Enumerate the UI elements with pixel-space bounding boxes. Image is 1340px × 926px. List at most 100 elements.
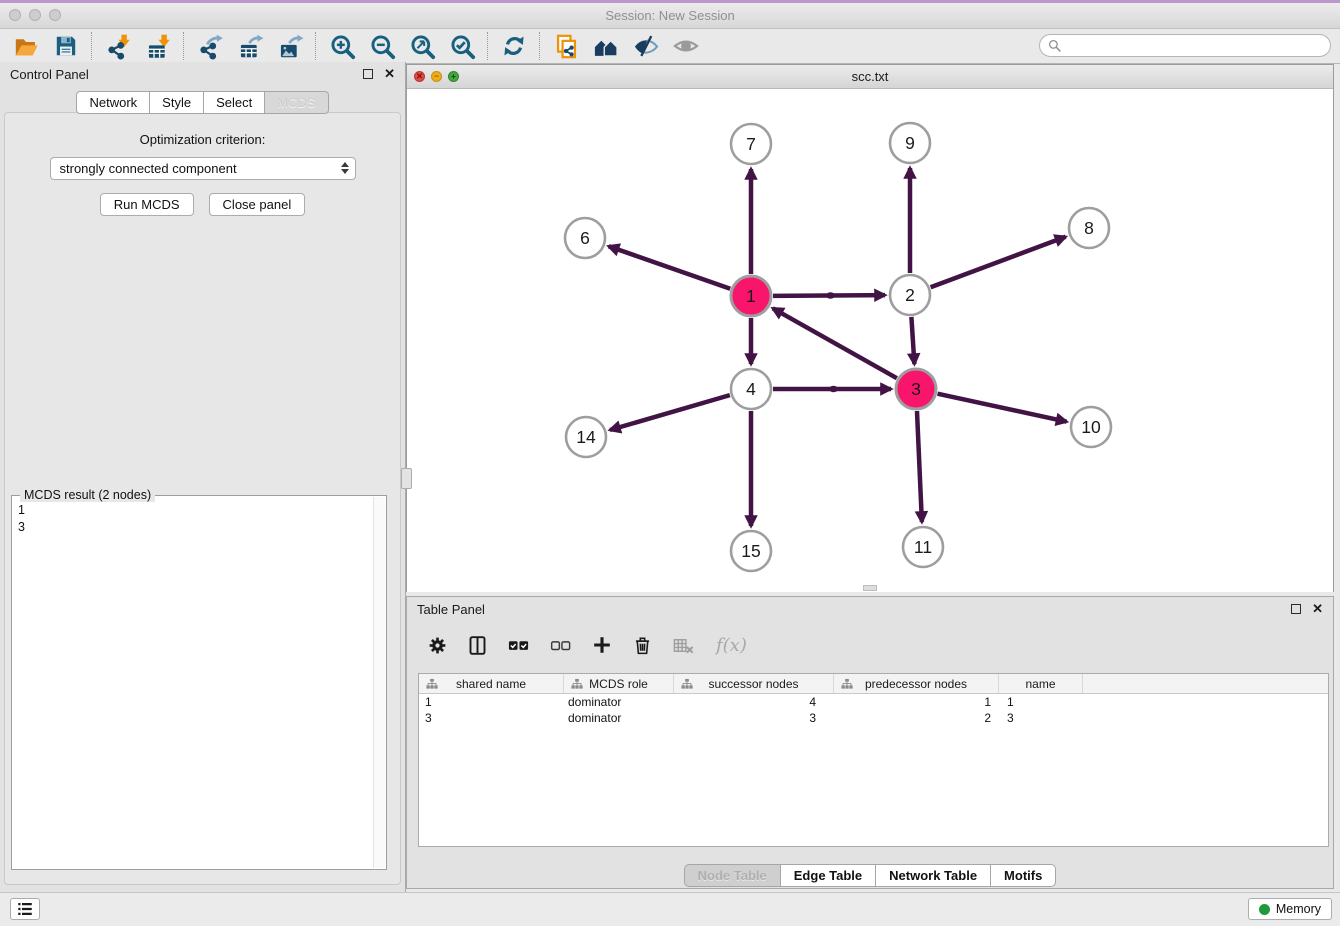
export-image-icon <box>277 33 304 60</box>
graph-edge-3-1[interactable] <box>773 308 897 378</box>
network-graph[interactable]: 1 2 3 4 6 7 8 9 10 11 14 15 <box>407 89 1333 592</box>
result-scrollbar[interactable] <box>373 497 385 868</box>
table-row[interactable]: 1dominator411 <box>419 694 1328 710</box>
column-header-predecessor-nodes[interactable]: predecessor nodes <box>834 674 999 693</box>
graph-node-1[interactable]: 1 <box>731 276 771 316</box>
network-window-titlebar[interactable]: scc.txt <box>407 65 1333 89</box>
tab-style[interactable]: Style <box>150 91 204 114</box>
graph-edge-4-14[interactable] <box>610 395 730 430</box>
table-settings-button[interactable] <box>427 635 448 656</box>
open-folder-icon <box>13 33 40 60</box>
export-table-button[interactable] <box>230 31 270 61</box>
table-row[interactable]: 3dominator323 <box>419 710 1328 726</box>
close-table-panel-icon[interactable] <box>1312 603 1323 614</box>
zoom-in-button[interactable] <box>322 31 362 61</box>
tab-select[interactable]: Select <box>204 91 265 114</box>
tab-node-table[interactable]: Node Table <box>684 864 781 887</box>
tab-network-table[interactable]: Network Table <box>876 864 991 887</box>
column-header-name[interactable]: name <box>999 674 1083 693</box>
memory-button[interactable]: Memory <box>1248 898 1332 920</box>
table-cell: dominator <box>564 695 674 709</box>
deselect-all-button[interactable] <box>549 634 572 657</box>
toolbar-separator <box>315 32 317 60</box>
float-table-panel-icon[interactable] <box>1291 604 1301 614</box>
graph-node-11[interactable]: 11 <box>903 527 943 567</box>
node-table[interactable]: shared nameMCDS rolesuccessor nodesprede… <box>418 673 1329 847</box>
column-header-MCDS-role[interactable]: MCDS role <box>564 674 674 693</box>
save-session-button[interactable] <box>46 31 86 61</box>
search-input[interactable] <box>1066 38 1330 54</box>
function-builder-button[interactable]: f(x) <box>716 635 747 656</box>
first-neighbors-button[interactable] <box>586 31 626 61</box>
graph-node-15[interactable]: 15 <box>731 531 771 571</box>
tab-edge-table[interactable]: Edge Table <box>781 864 876 887</box>
graph-node-9[interactable]: 9 <box>890 123 930 163</box>
close-network-icon[interactable] <box>414 71 425 82</box>
panel-splitter-handle[interactable] <box>401 468 412 489</box>
criterion-dropdown[interactable]: strongly connected component <box>50 157 356 180</box>
create-network-from-selection-button[interactable] <box>546 31 586 61</box>
table-cell: 1 <box>999 695 1083 709</box>
graph-node-4[interactable]: 4 <box>731 369 771 409</box>
import-network-button[interactable] <box>98 31 138 61</box>
graph-edge-2-8[interactable] <box>931 237 1066 288</box>
column-header-shared-name[interactable]: shared name <box>419 674 564 693</box>
close-panel-icon[interactable] <box>384 68 395 79</box>
graph-node-8[interactable]: 8 <box>1069 208 1109 248</box>
network-canvas[interactable]: 1 2 3 4 6 7 8 9 10 11 14 15 <box>407 89 1333 592</box>
add-column-button[interactable] <box>591 634 613 656</box>
zoom-out-button[interactable] <box>362 31 402 61</box>
import-table-button[interactable] <box>138 31 178 61</box>
eye-disabled-icon <box>672 32 700 60</box>
task-history-button[interactable] <box>10 898 40 920</box>
select-all-button[interactable] <box>507 634 530 657</box>
export-image-button[interactable] <box>270 31 310 61</box>
table-cell: 1 <box>834 695 999 709</box>
tab-mcds[interactable]: MCDS <box>265 91 328 114</box>
graph-node-10[interactable]: 10 <box>1071 407 1111 447</box>
column-header-successor-nodes[interactable]: successor nodes <box>674 674 834 693</box>
graph-node-3[interactable]: 3 <box>896 369 936 409</box>
network-resize-handle[interactable] <box>863 585 877 591</box>
fit-content-button[interactable] <box>402 31 442 61</box>
hide-selected-button[interactable] <box>626 31 666 61</box>
toolbar-separator <box>487 32 489 60</box>
maximize-network-icon[interactable] <box>448 71 459 82</box>
graph-edge-1-6[interactable] <box>609 246 731 288</box>
float-panel-icon[interactable] <box>363 69 373 79</box>
minimize-window-button[interactable] <box>29 9 41 21</box>
memory-label: Memory <box>1276 902 1321 916</box>
checked-checkboxes-icon <box>507 634 530 657</box>
search-box[interactable] <box>1039 34 1331 57</box>
close-panel-button[interactable]: Close panel <box>209 193 306 216</box>
svg-text:6: 6 <box>580 228 590 248</box>
app-traffic-lights[interactable] <box>9 9 61 21</box>
edge-label-mark <box>829 386 838 392</box>
svg-text:9: 9 <box>905 133 915 153</box>
graph-node-6[interactable]: 6 <box>565 218 605 258</box>
tab-network[interactable]: Network <box>76 91 150 114</box>
delete-table-button[interactable] <box>672 634 695 657</box>
export-network-button[interactable] <box>190 31 230 61</box>
graph-edge-2-3[interactable] <box>911 317 914 364</box>
clone-network-icon <box>553 33 580 60</box>
refresh-view-button[interactable] <box>494 31 534 61</box>
run-mcds-button[interactable]: Run MCDS <box>100 193 194 216</box>
graph-edge-3-10[interactable] <box>937 394 1066 422</box>
delete-columns-button[interactable] <box>632 635 653 656</box>
graph-node-2[interactable]: 2 <box>890 275 930 315</box>
graph-node-7[interactable]: 7 <box>731 124 771 164</box>
close-window-button[interactable] <box>9 9 21 21</box>
show-all-hidden-button[interactable] <box>666 31 706 61</box>
network-window-traffic-lights[interactable] <box>414 71 459 82</box>
zoom-window-button[interactable] <box>49 9 61 21</box>
browse-columns-button[interactable] <box>467 635 488 656</box>
tab-motifs[interactable]: Motifs <box>991 864 1056 887</box>
refresh-icon <box>501 33 527 59</box>
delete-table-icon <box>672 634 695 657</box>
graph-edge-3-11[interactable] <box>917 411 922 522</box>
zoom-selected-button[interactable] <box>442 31 482 61</box>
open-session-button[interactable] <box>6 31 46 61</box>
minimize-network-icon[interactable] <box>431 71 442 82</box>
graph-node-14[interactable]: 14 <box>566 417 606 457</box>
